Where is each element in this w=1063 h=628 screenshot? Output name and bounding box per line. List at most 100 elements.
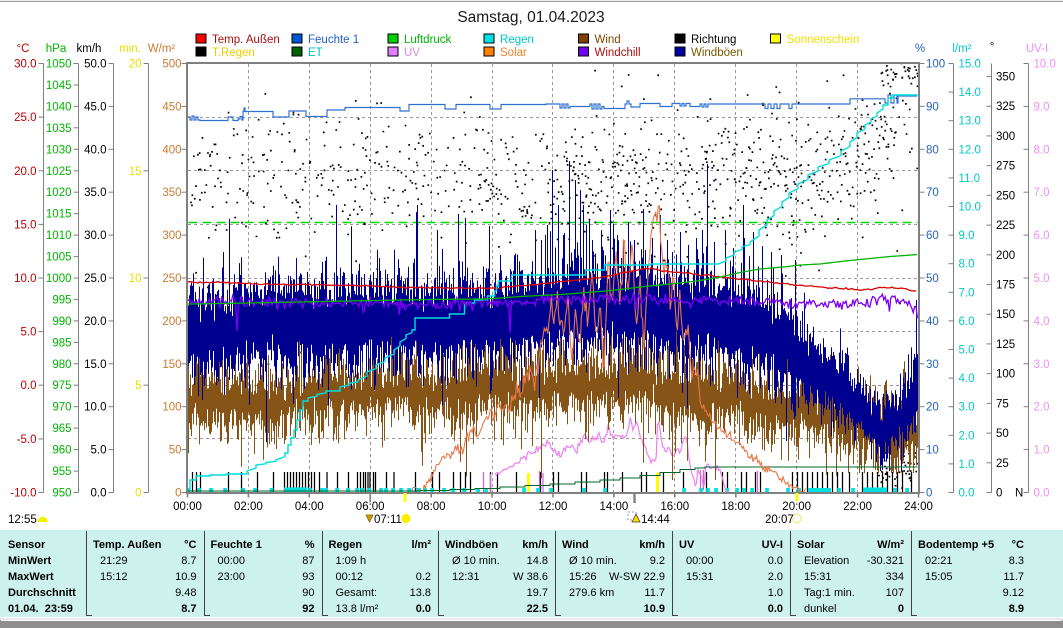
svg-text:25: 25 bbox=[996, 458, 1009, 470]
svg-text:60: 60 bbox=[926, 230, 939, 242]
svg-text:40.0: 40.0 bbox=[84, 144, 106, 156]
svg-text:14:44: 14:44 bbox=[641, 514, 670, 526]
svg-text:90: 90 bbox=[926, 101, 939, 113]
svg-text:4.0: 4.0 bbox=[959, 373, 975, 385]
svg-text:14:00: 14:00 bbox=[600, 501, 629, 513]
svg-text:1005: 1005 bbox=[46, 252, 72, 264]
svg-text:N: N bbox=[1015, 488, 1023, 500]
svg-text:975: 975 bbox=[52, 380, 71, 392]
svg-text:Regen: Regen bbox=[500, 34, 534, 46]
svg-text:Feuchte 1: Feuchte 1 bbox=[308, 34, 359, 46]
svg-text:7.0: 7.0 bbox=[1034, 187, 1050, 199]
svg-text:100: 100 bbox=[996, 369, 1015, 381]
svg-text:100: 100 bbox=[926, 59, 945, 71]
svg-text:04:00: 04:00 bbox=[295, 501, 324, 513]
svg-text:10.0: 10.0 bbox=[1034, 59, 1056, 71]
svg-text:13.0: 13.0 bbox=[959, 116, 981, 128]
svg-text:10: 10 bbox=[129, 273, 142, 285]
svg-text:12:00: 12:00 bbox=[539, 501, 568, 513]
svg-text:3.0: 3.0 bbox=[959, 402, 975, 414]
svg-text:UV-I: UV-I bbox=[1026, 43, 1048, 55]
svg-text:10.0: 10.0 bbox=[959, 202, 981, 214]
svg-text:0: 0 bbox=[996, 488, 1002, 500]
svg-text:995: 995 bbox=[52, 294, 71, 306]
svg-text:11.0: 11.0 bbox=[959, 173, 981, 185]
svg-text:1045: 1045 bbox=[46, 80, 72, 92]
svg-text:225: 225 bbox=[996, 220, 1015, 232]
svg-text:Samstag, 01.04.2023: Samstag, 01.04.2023 bbox=[457, 9, 604, 26]
svg-text:325: 325 bbox=[996, 101, 1015, 113]
svg-text:0.0: 0.0 bbox=[21, 380, 37, 392]
svg-text:20:00: 20:00 bbox=[782, 501, 811, 513]
svg-text:9.0: 9.0 bbox=[1034, 101, 1050, 113]
svg-text:-10.0: -10.0 bbox=[10, 488, 36, 500]
svg-text:4.0: 4.0 bbox=[1034, 316, 1050, 328]
svg-text:25.0: 25.0 bbox=[14, 112, 36, 124]
svg-text:20.0: 20.0 bbox=[84, 316, 106, 328]
svg-text:00:00: 00:00 bbox=[173, 501, 202, 513]
svg-text:5.0: 5.0 bbox=[1034, 273, 1050, 285]
svg-text:960: 960 bbox=[52, 445, 71, 457]
svg-text:14.0: 14.0 bbox=[959, 87, 981, 99]
svg-text:20:07: 20:07 bbox=[765, 514, 794, 526]
svg-text:30.0: 30.0 bbox=[14, 59, 36, 71]
svg-text:300: 300 bbox=[996, 131, 1015, 143]
svg-text:80: 80 bbox=[926, 144, 939, 156]
svg-text:125: 125 bbox=[996, 339, 1015, 351]
svg-text:6.0: 6.0 bbox=[959, 316, 975, 328]
svg-text:8.0: 8.0 bbox=[959, 259, 975, 271]
svg-text:min.: min. bbox=[119, 43, 141, 55]
svg-text:10.0: 10.0 bbox=[14, 273, 36, 285]
svg-text:2.0: 2.0 bbox=[1034, 402, 1050, 414]
svg-text:6.0: 6.0 bbox=[1034, 230, 1050, 242]
svg-text:100: 100 bbox=[162, 402, 181, 414]
svg-text:10:00: 10:00 bbox=[478, 501, 507, 513]
svg-text:hPa: hPa bbox=[46, 43, 67, 55]
svg-text:Sonnenschein: Sonnenschein bbox=[787, 34, 860, 46]
svg-text:5.0: 5.0 bbox=[91, 445, 107, 457]
svg-text:350: 350 bbox=[996, 72, 1015, 84]
svg-text:10.0: 10.0 bbox=[84, 402, 106, 414]
svg-text:15.0: 15.0 bbox=[84, 359, 106, 371]
svg-text:70: 70 bbox=[926, 187, 939, 199]
svg-text:02:00: 02:00 bbox=[234, 501, 263, 513]
svg-text:%: % bbox=[915, 43, 925, 55]
svg-text:l/m²: l/m² bbox=[952, 43, 971, 55]
svg-text:970: 970 bbox=[52, 402, 71, 414]
svg-text:12.0: 12.0 bbox=[959, 144, 981, 156]
svg-text:8.0: 8.0 bbox=[1034, 144, 1050, 156]
svg-text:0: 0 bbox=[135, 488, 141, 500]
svg-text:W/m²: W/m² bbox=[148, 43, 176, 55]
svg-text:ET: ET bbox=[308, 47, 323, 59]
svg-text:3.0: 3.0 bbox=[1034, 359, 1050, 371]
svg-text:Temp. Außen: Temp. Außen bbox=[212, 34, 280, 46]
svg-text:450: 450 bbox=[162, 101, 181, 113]
svg-text:07:11: 07:11 bbox=[374, 514, 402, 526]
svg-text:0: 0 bbox=[926, 488, 932, 500]
svg-text:1050: 1050 bbox=[46, 59, 72, 71]
svg-text:150: 150 bbox=[996, 309, 1015, 321]
svg-text:200: 200 bbox=[162, 316, 181, 328]
svg-text:250: 250 bbox=[996, 190, 1015, 202]
svg-text:Wind: Wind bbox=[595, 34, 621, 46]
svg-text:1015: 1015 bbox=[46, 209, 72, 221]
svg-text:25.0: 25.0 bbox=[84, 273, 106, 285]
svg-text:990: 990 bbox=[52, 316, 71, 328]
svg-text:50: 50 bbox=[996, 428, 1009, 440]
svg-text:Solar: Solar bbox=[500, 47, 527, 59]
svg-text:08:00: 08:00 bbox=[417, 501, 446, 513]
svg-text:5.0: 5.0 bbox=[959, 345, 975, 357]
svg-text:9.0: 9.0 bbox=[959, 230, 975, 242]
svg-text:15: 15 bbox=[129, 166, 142, 178]
svg-text:1040: 1040 bbox=[46, 101, 72, 113]
svg-text:T.Regen: T.Regen bbox=[212, 47, 255, 59]
svg-text:350: 350 bbox=[162, 187, 181, 199]
svg-text:30.0: 30.0 bbox=[84, 230, 106, 242]
svg-text:2.0: 2.0 bbox=[959, 430, 975, 442]
svg-text:10: 10 bbox=[926, 445, 939, 457]
svg-text:50: 50 bbox=[926, 273, 939, 285]
svg-text:1035: 1035 bbox=[46, 123, 72, 135]
svg-text:18:00: 18:00 bbox=[721, 501, 750, 513]
svg-text:15.0: 15.0 bbox=[14, 219, 36, 231]
svg-text:35.0: 35.0 bbox=[84, 187, 106, 199]
